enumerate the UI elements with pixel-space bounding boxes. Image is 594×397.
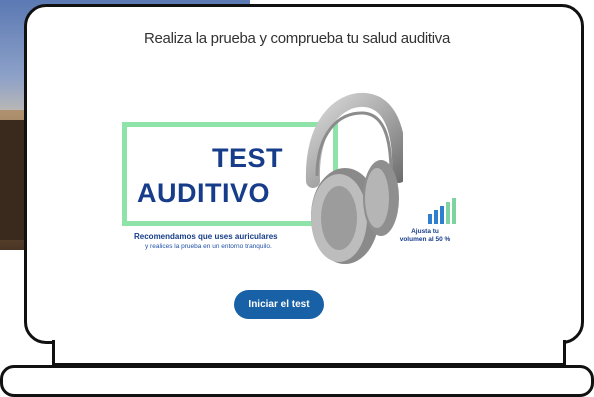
volume-hint-line1: Ajusta tu: [411, 228, 439, 235]
test-title-line2: AUDITIVO: [137, 178, 271, 208]
recommendation-text: Recomendamos que uses auriculares: [134, 232, 278, 241]
start-test-button[interactable]: Iniciar el test: [234, 290, 324, 319]
volume-hint-line2: volumen al 50 %: [399, 236, 451, 243]
volume-hint: Ajusta tu volumen al 50 %: [385, 228, 465, 244]
laptop-hinge: [52, 340, 566, 366]
laptop-base: [0, 365, 594, 397]
page-heading: Realiza la prueba y comprueba tu salud a…: [143, 30, 451, 47]
volume-bars-icon: [428, 198, 456, 224]
recommendation-subtext: y realices la prueba en un entorno tranq…: [145, 243, 272, 250]
headphones-icon: [305, 92, 403, 264]
test-title-line1: TEST: [212, 143, 284, 173]
